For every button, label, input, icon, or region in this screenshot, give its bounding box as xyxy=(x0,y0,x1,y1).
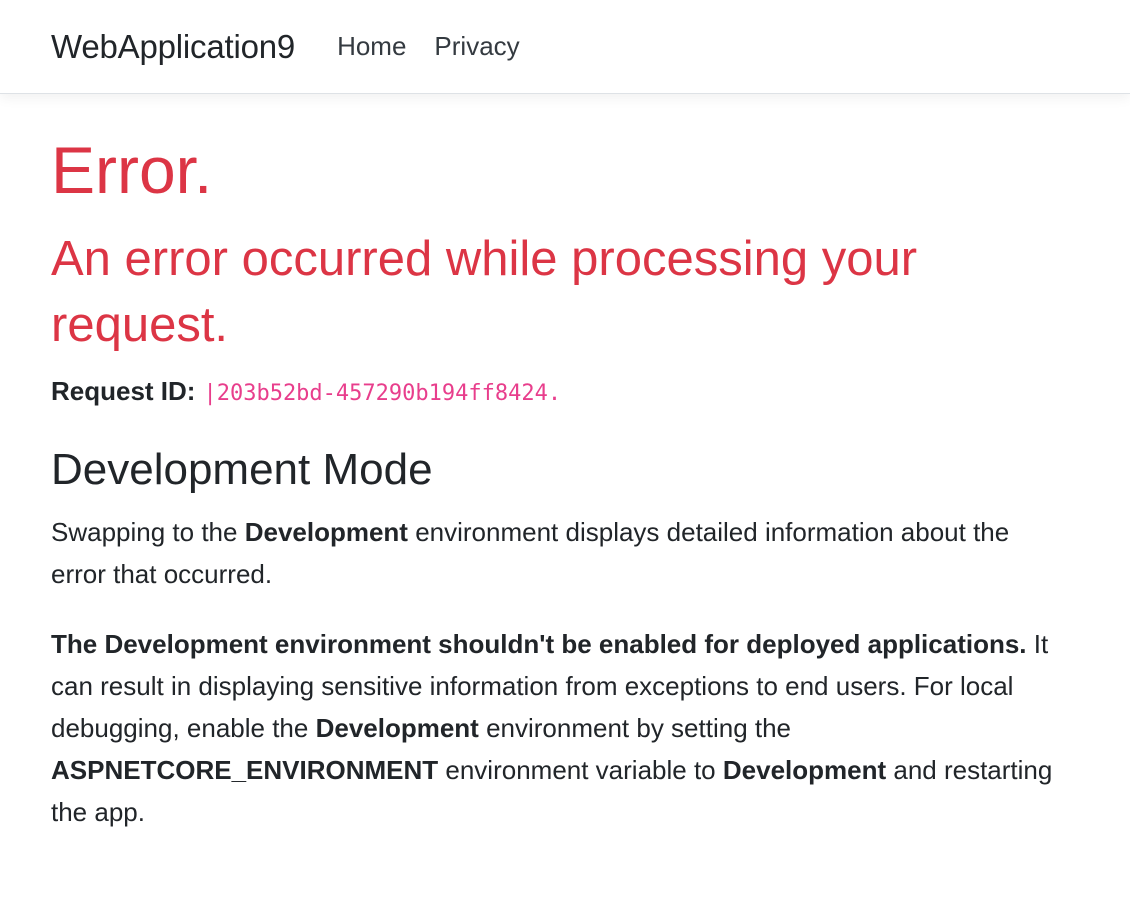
navbar: WebApplication9 Home Privacy xyxy=(0,0,1130,94)
bold-span: The Development environment shouldn't be… xyxy=(51,629,1027,659)
text-span: environment variable to xyxy=(438,755,723,785)
error-title: Error. xyxy=(51,133,213,207)
nav-link-privacy[interactable]: Privacy xyxy=(434,31,519,62)
brand-link[interactable]: WebApplication9 xyxy=(51,28,295,66)
development-mode-description: Swapping to the Development environment … xyxy=(51,511,1061,595)
text-span: environment by setting the xyxy=(478,713,792,743)
bold-span: Development xyxy=(315,713,479,743)
development-mode-heading: Development Mode xyxy=(51,445,433,494)
error-subtitle: An error occurred while processing your … xyxy=(51,232,918,352)
bold-span: Development xyxy=(244,517,408,547)
bold-span: Development xyxy=(722,755,887,785)
nav-link-home[interactable]: Home xyxy=(337,31,406,62)
request-id-value: |203b52bd-457290b194ff8424. xyxy=(203,381,562,406)
development-mode-warning: The Development environment shouldn't be… xyxy=(51,623,1061,833)
request-id-label: Request ID: xyxy=(51,376,196,406)
text-span: Swapping to the xyxy=(51,517,245,547)
bold-span: ASPNETCORE_ENVIRONMENT xyxy=(51,755,439,785)
request-id-line: Request ID: |203b52bd-457290b194ff8424. xyxy=(51,374,561,411)
